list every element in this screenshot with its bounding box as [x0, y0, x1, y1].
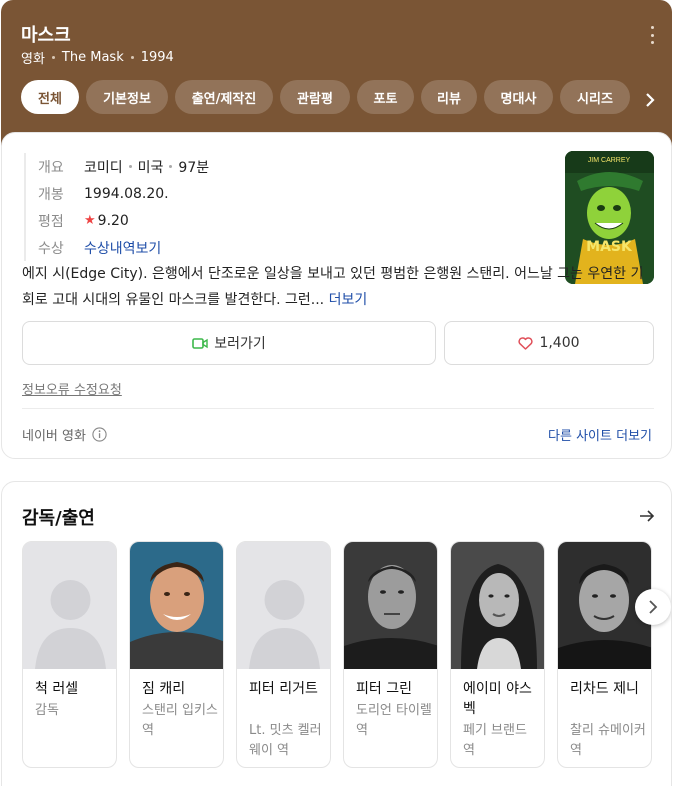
arrow-right-icon[interactable]	[637, 506, 657, 526]
movie-header: 마스크 영화 The Mask 1994 전체 기본정보 출연/제작진 관람평 …	[1, 0, 672, 150]
cast-item[interactable]: 피터 그린 도리언 타이렐 역	[343, 541, 438, 768]
cast-item[interactable]: 리차드 제니 찰리 슈메이커 역	[557, 541, 652, 768]
person-name: 리차드 제니	[570, 681, 639, 697]
source-info: 네이버 영화	[22, 425, 107, 444]
tab-review[interactable]: 리뷰	[421, 80, 477, 114]
tab-photo[interactable]: 포토	[357, 80, 414, 114]
divider	[22, 408, 654, 409]
runtime-text: 97분	[178, 159, 210, 176]
person-name: 피터 리거트	[249, 681, 318, 697]
person-role: 도리언 타이렐 역	[356, 703, 432, 738]
person-placeholder-icon	[23, 542, 116, 669]
cast-item[interactable]: 에이미 야스벡 페기 브랜드 역	[450, 541, 545, 768]
chevron-right-icon	[646, 93, 655, 107]
poster-title-text: MASK	[586, 239, 633, 255]
tab-basic-info[interactable]: 기본정보	[86, 80, 168, 114]
overview-value: 코미디 미국 97분	[84, 157, 209, 177]
tab-cast-crew[interactable]: 출연/제작진	[175, 80, 273, 114]
person-name: 짐 캐리	[142, 681, 186, 697]
genre-text: 코미디	[84, 159, 123, 176]
poster-top-text: JIM CARREY	[588, 157, 631, 164]
cast-item[interactable]: 피터 리거트 Lt. 밋츠 켈러웨이 역	[236, 541, 331, 768]
category-text: 영화	[21, 52, 45, 67]
info-row-release: 개봉 1994.08.20.	[38, 180, 284, 207]
original-title: The Mask	[61, 50, 124, 65]
heart-icon	[518, 336, 534, 350]
source-label: 네이버 영화	[22, 429, 86, 444]
overview-label: 개요	[38, 159, 64, 176]
separator-dot	[169, 165, 173, 168]
info-row-overview: 개요 코미디 미국 97분	[38, 153, 284, 180]
movie-info-card: 개요 코미디 미국 97분 개봉 1994.08.20. 평점 ★ 9.20 수…	[1, 132, 672, 459]
cast-card: 감독/출연 척 러셀 감독 짐 캐리 스탠리 입키스 역 피터 리거트 Lt. …	[1, 481, 672, 786]
separator-dot	[128, 165, 132, 168]
person-photo	[23, 542, 116, 669]
more-vert-icon[interactable]	[648, 26, 656, 44]
synopsis: 에지 시(Edge City). 은행에서 단조로운 일상을 보내고 있던 평범…	[22, 261, 654, 313]
tab-series[interactable]: 시리즈	[560, 80, 630, 114]
award-link[interactable]: 수상내역보기	[84, 238, 161, 258]
other-sites-link[interactable]: 다른 사이트 더보기	[548, 425, 652, 444]
star-icon: ★	[84, 213, 96, 228]
person-photo	[130, 542, 223, 669]
year-text: 1994	[140, 50, 174, 65]
report-error-link[interactable]: 정보오류 수정요청	[22, 379, 122, 398]
cast-item[interactable]: 척 러셀 감독	[22, 541, 117, 768]
person-photo	[237, 542, 330, 669]
rating-value-wrap: ★ 9.20	[84, 213, 129, 229]
info-list: 개요 코미디 미국 97분 개봉 1994.08.20. 평점 ★ 9.20 수…	[24, 153, 284, 261]
person-photo	[451, 542, 544, 669]
separator-dot	[130, 56, 134, 59]
person-photo-image	[130, 542, 223, 669]
cast-scroll-right-button[interactable]	[635, 589, 671, 625]
person-role: 스탠리 입키스 역	[142, 703, 218, 738]
person-photo-image	[344, 542, 437, 669]
rating-value: 9.20	[97, 212, 129, 229]
watch-label: 보러가기	[214, 336, 266, 352]
release-date: 1994.08.20.	[84, 185, 169, 202]
info-icon[interactable]	[92, 427, 107, 442]
person-name: 에이미 야스벡	[463, 681, 532, 717]
tab-reviews-audience[interactable]: 관람평	[280, 80, 350, 114]
tab-all[interactable]: 전체	[21, 80, 79, 114]
person-role: Lt. 밋츠 켈러웨이 역	[249, 723, 322, 758]
rating-label: 평점	[38, 213, 64, 230]
country-text: 미국	[137, 159, 164, 176]
movie-subline: 영화 The Mask 1994	[21, 48, 174, 67]
release-label: 개봉	[38, 186, 64, 203]
person-photo-image	[451, 542, 544, 669]
person-name: 척 러셀	[35, 681, 79, 697]
tab-bar: 전체 기본정보 출연/제작진 관람평 포토 리뷰 명대사 시리즈	[21, 80, 630, 116]
person-role: 감독	[35, 703, 59, 718]
movie-title: 마스크	[21, 25, 71, 46]
separator-dot	[51, 56, 55, 59]
watch-button[interactable]: 보러가기	[22, 321, 436, 365]
like-button[interactable]: 1,400	[444, 321, 654, 365]
cast-section-title: 감독/출연	[22, 508, 95, 529]
chevron-right-icon	[649, 600, 658, 614]
cast-list: 척 러셀 감독 짐 캐리 스탠리 입키스 역 피터 리거트 Lt. 밋츠 켈러웨…	[22, 541, 652, 768]
tab-scroll-right-button[interactable]	[638, 88, 662, 112]
info-row-award: 수상 수상내역보기	[38, 234, 284, 261]
award-label: 수상	[38, 240, 64, 257]
person-role: 찰리 슈메이커 역	[570, 723, 646, 758]
like-count: 1,400	[539, 335, 580, 351]
video-icon	[192, 337, 208, 349]
person-photo	[344, 542, 437, 669]
person-placeholder-icon	[237, 542, 330, 669]
tab-quotes[interactable]: 명대사	[484, 80, 553, 114]
synopsis-more-link[interactable]: 더보기	[329, 292, 368, 308]
cast-item[interactable]: 짐 캐리 스탠리 입키스 역	[129, 541, 224, 768]
info-row-rating: 평점 ★ 9.20	[38, 207, 284, 234]
person-name: 피터 그린	[356, 681, 412, 697]
person-role: 페기 브랜드 역	[463, 723, 527, 758]
